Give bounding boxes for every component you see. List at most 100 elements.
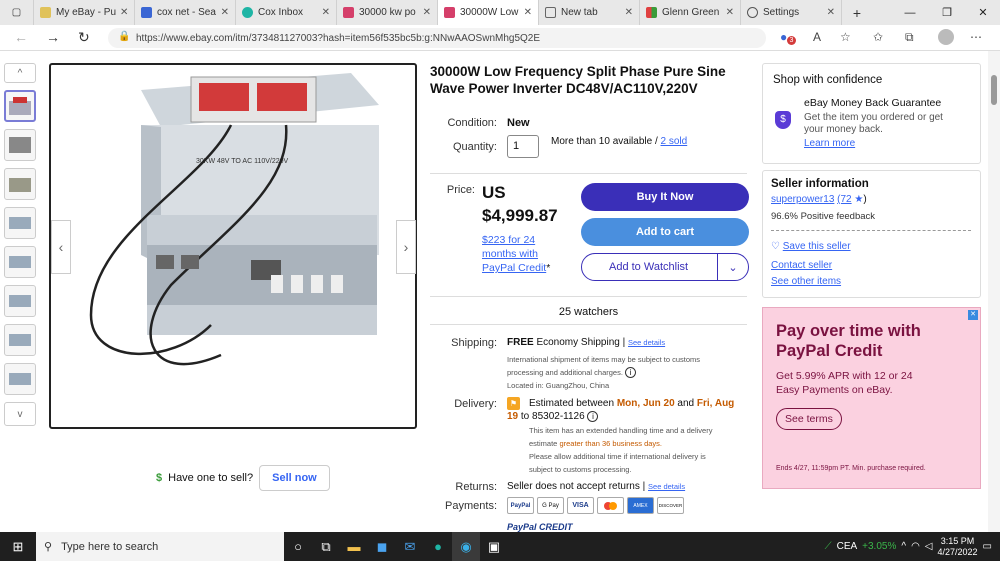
info-icon[interactable]: i	[587, 411, 599, 422]
taskbar-search-input[interactable]: ⚲ Type here to search	[36, 532, 284, 561]
store-icon[interactable]: ◼	[368, 532, 396, 561]
next-image-button[interactable]: ›	[396, 220, 416, 274]
extension-icon[interactable]: ●	[780, 30, 787, 44]
forward-icon[interactable]: →	[46, 29, 60, 45]
thumbnail[interactable]	[4, 285, 36, 317]
thumbnail[interactable]	[4, 168, 36, 200]
returns-label: Returns:	[455, 481, 497, 493]
windows-start-icon[interactable]: ⊞	[0, 532, 36, 561]
financing-link[interactable]: $223 for 24 months with PayPal Credit	[482, 234, 546, 274]
contact-seller-link[interactable]: Contact seller	[771, 260, 832, 271]
save-seller-row[interactable]: ♡ Save this seller	[771, 241, 851, 252]
google-pay-icon: G Pay	[537, 497, 564, 514]
quantity-input[interactable]: 1	[507, 135, 539, 158]
app-window-icon[interactable]: ▣	[480, 532, 508, 561]
save-seller-link[interactable]: Save this seller	[783, 241, 851, 252]
tab-1[interactable]: My eBay - Pu ✕	[34, 0, 135, 25]
add-to-watchlist-button[interactable]: Add to Watchlist ⌄	[581, 253, 749, 281]
tab-3[interactable]: Cox Inbox ✕	[236, 0, 337, 25]
back-icon[interactable]: ←	[14, 29, 28, 45]
network-icon[interactable]: ◠	[911, 541, 920, 552]
cortana-icon[interactable]: ○	[284, 532, 312, 561]
scroll-down-icon[interactable]: v	[4, 402, 36, 426]
see-terms-button[interactable]: See terms	[776, 408, 842, 430]
info-icon[interactable]: i	[625, 367, 637, 378]
seller-title: Seller information	[771, 178, 869, 190]
payments-label: Payments:	[445, 500, 497, 512]
ticker-symbol[interactable]: CEA	[837, 541, 858, 552]
tab-8[interactable]: Settings ✕	[741, 0, 842, 25]
tab-4[interactable]: 30000 kw po ✕	[337, 0, 438, 25]
volume-icon[interactable]: ◁	[925, 541, 933, 552]
tab-2[interactable]: cox net - Sea ✕	[135, 0, 236, 25]
refresh-icon[interactable]: ↻	[78, 29, 90, 46]
tab-6[interactable]: New tab ✕	[539, 0, 640, 25]
thumbnail[interactable]	[4, 363, 36, 395]
product-image[interactable]: 30KW 48V TO AC 110V/220V ‹ ›	[49, 63, 417, 429]
favorite-star-icon[interactable]: ☆	[840, 30, 851, 44]
thumbnail[interactable]	[4, 129, 36, 161]
tab-7[interactable]: Glenn Green ✕	[640, 0, 741, 25]
buy-it-now-button[interactable]: Buy It Now	[581, 183, 749, 211]
thumbnail[interactable]	[4, 90, 36, 122]
shipping-note: International shipment of items may be s…	[507, 355, 701, 378]
returns-value: Seller does not accept returns | See det…	[507, 481, 686, 492]
sell-now-button[interactable]: Sell now	[259, 465, 330, 491]
chevron-down-icon[interactable]: ⌄	[717, 254, 748, 280]
scroll-thumb[interactable]	[991, 75, 997, 105]
favorites-icon[interactable]: ✩	[873, 30, 883, 44]
paypal-credit-ad[interactable]: ✕ Pay over time with PayPal Credit Get 5…	[762, 307, 981, 489]
returns-details-link[interactable]: See details	[648, 482, 685, 491]
tab-5-active[interactable]: 30000W Low ✕	[438, 0, 539, 25]
notifications-icon[interactable]: ▭	[983, 541, 992, 552]
thumbnail[interactable]	[4, 324, 36, 356]
app-icon[interactable]: ●	[424, 532, 452, 561]
close-icon[interactable]: ✕	[217, 7, 229, 18]
close-icon[interactable]: ✕	[823, 7, 835, 18]
learn-more-link[interactable]: Learn more	[804, 138, 855, 149]
confidence-title: Shop with confidence	[773, 74, 883, 86]
price-value: $4,999.87	[482, 206, 558, 225]
close-icon[interactable]: ✕	[722, 7, 734, 18]
collections-icon[interactable]: ⧉	[905, 30, 914, 45]
close-icon[interactable]: ✕	[318, 7, 330, 18]
url-input[interactable]: 🔒 https://www.ebay.com/itm/373481127003?…	[108, 28, 766, 48]
task-view-icon[interactable]: ⧉	[312, 532, 340, 561]
minimize-icon[interactable]: —	[892, 0, 928, 25]
scroll-up-icon[interactable]: ^	[4, 63, 36, 83]
profile-avatar[interactable]	[938, 29, 954, 45]
thumbnail[interactable]	[4, 207, 36, 239]
availability-text: More than 10 available / 2 sold	[551, 136, 688, 147]
read-aloud-icon[interactable]: A	[813, 30, 821, 44]
more-menu-icon[interactable]: ⋯	[970, 30, 982, 44]
sold-link[interactable]: 2 sold	[661, 136, 688, 147]
windows-taskbar: ⊞ ⚲ Type here to search ○ ⧉ ▬ ◼ ✉ ● ◉ ▣ ⟋…	[0, 532, 1000, 561]
close-icon[interactable]: ✕	[116, 7, 128, 18]
other-items-link[interactable]: See other items	[771, 276, 841, 287]
new-tab-button[interactable]: +	[842, 0, 872, 25]
page-scrollbar[interactable]	[988, 51, 1000, 532]
mail-icon[interactable]: ✉	[396, 532, 424, 561]
tab-actions-icon[interactable]: ▢	[0, 0, 34, 25]
feedback-score-link[interactable]: (72	[837, 194, 851, 205]
add-to-cart-button[interactable]: Add to cart	[581, 218, 749, 246]
close-icon[interactable]: ✕	[520, 7, 532, 18]
prev-image-button[interactable]: ‹	[51, 220, 71, 274]
edge-icon[interactable]: ◉	[452, 532, 480, 561]
star-icon: ★	[854, 194, 864, 205]
close-icon[interactable]: ✕	[621, 7, 633, 18]
ad-close-icon[interactable]: ✕	[968, 310, 978, 320]
stock-trend-icon: ⟋	[824, 541, 832, 552]
close-icon[interactable]: ✕	[419, 7, 431, 18]
shipping-details-link[interactable]: See details	[628, 338, 665, 347]
maximize-icon[interactable]: ❐	[929, 0, 965, 25]
thumbnail-strip: ^ v	[4, 63, 37, 433]
thumbnail[interactable]	[4, 246, 36, 278]
clock[interactable]: 3:15 PM 4/27/2022	[938, 536, 978, 558]
quantity-label: Quantity:	[452, 141, 497, 153]
seller-name-link[interactable]: superpower13	[771, 194, 834, 205]
close-window-icon[interactable]: ✕	[965, 0, 1000, 25]
chevron-up-icon[interactable]: ^	[901, 541, 906, 552]
file-explorer-icon[interactable]: ▬	[340, 532, 368, 561]
tab-favicon	[242, 7, 253, 18]
